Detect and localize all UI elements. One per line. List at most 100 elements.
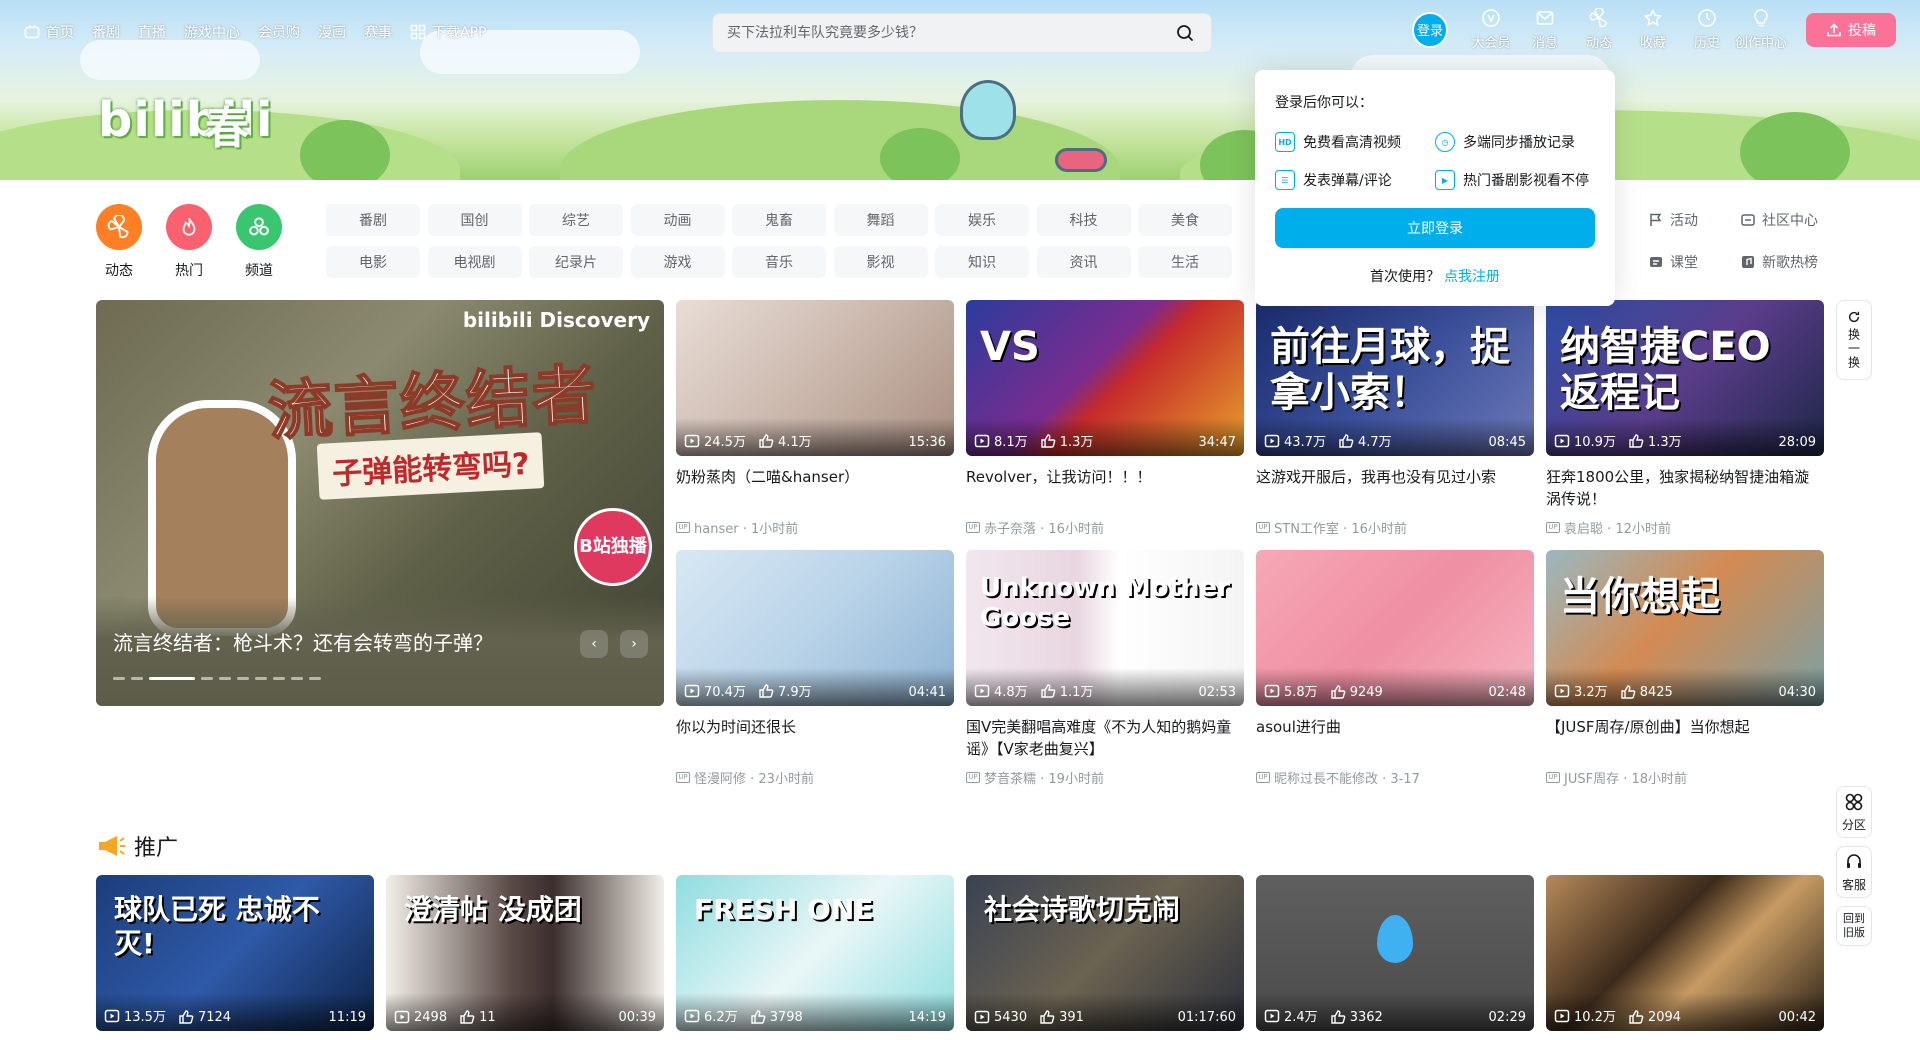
promo-card[interactable]: FRESH ONE 6.2万 3798 14:19 — [676, 875, 954, 1031]
category-pill[interactable]: 国创 — [427, 204, 522, 236]
video-uploader[interactable]: UP 梦音茶糯 · 19小时前 — [966, 768, 1244, 787]
nav-game-center[interactable]: 游戏中心 — [184, 22, 240, 42]
video-uploader[interactable]: UP STN工作室 · 16小时前 — [1256, 518, 1534, 537]
nav-dynamics[interactable]: 动态 — [1572, 8, 1626, 51]
category-pill[interactable]: 纪录片 — [529, 246, 623, 278]
category-pill[interactable]: 电视剧 — [427, 246, 522, 278]
promo-card[interactable]: 2.4万 3362 02:29 — [1256, 875, 1534, 1031]
login-now-button[interactable]: 立即登录 — [1275, 208, 1595, 248]
channel-hot[interactable]: 热门 — [166, 204, 212, 280]
link-activity[interactable]: 活动 — [1648, 204, 1728, 236]
carousel-dot[interactable] — [273, 677, 285, 680]
promo-thumbnail[interactable]: 10.2万 2094 00:42 — [1546, 875, 1824, 1031]
video-uploader[interactable]: UP 赤子奈落 · 16小时前 — [966, 518, 1244, 537]
carousel-dot[interactable] — [149, 677, 195, 680]
zone-button[interactable]: 分区 — [1836, 786, 1872, 838]
carousel-dot[interactable] — [309, 677, 321, 680]
nav-manga[interactable]: 漫画 — [318, 22, 346, 42]
channel-dynamics[interactable]: 动态 — [96, 204, 142, 280]
category-pill[interactable]: 影视 — [833, 246, 928, 278]
category-pill[interactable]: 美食 — [1138, 204, 1232, 236]
video-card[interactable]: 5.8万 9249 02:48 asoul进行曲 UP 昵称过長不能修改 · 3-17 — [1256, 550, 1534, 800]
link-classroom[interactable]: 课堂 — [1648, 246, 1728, 278]
nav-live[interactable]: 直播 — [138, 22, 166, 42]
upload-button[interactable]: 投稿 — [1806, 12, 1896, 47]
category-pill[interactable]: 鬼畜 — [732, 204, 826, 236]
channel-channels[interactable]: 频道 — [236, 204, 282, 280]
nav-anime[interactable]: 番剧 — [92, 22, 120, 42]
category-pill[interactable]: 科技 — [1036, 204, 1131, 236]
category-pill[interactable]: 生活 — [1138, 246, 1232, 278]
video-thumbnail[interactable]: 24.5万 4.1万 15:36 — [676, 300, 954, 456]
video-thumbnail[interactable]: 70.4万 7.9万 04:41 — [676, 550, 954, 706]
promo-thumbnail[interactable]: 澄清帖 没成团 2498 11 00:39 — [386, 875, 664, 1031]
category-pill[interactable]: 番剧 — [326, 204, 420, 236]
video-thumbnail[interactable]: 前往月球，捉拿小索！ 43.7万 4.7万 08:45 — [1256, 300, 1534, 456]
carousel-dot[interactable] — [255, 677, 267, 680]
featured-carousel[interactable]: bilibili Discovery 流言终结者 子弹能转弯吗? B站独播 流言… — [96, 300, 664, 706]
category-pill[interactable]: 电影 — [326, 246, 420, 278]
category-pill[interactable]: 娱乐 — [935, 204, 1029, 236]
promo-card[interactable]: 社会诗歌切克闹 5430 391 01:17:60 — [966, 875, 1244, 1031]
promo-card[interactable]: 球队已死 忠诚不灭! 13.5万 7124 11:19 — [96, 875, 374, 1031]
carousel-dot[interactable] — [113, 677, 125, 680]
video-card[interactable]: 纳智捷CEO返程记 10.9万 1.3万 28:09 狂奔1800公里，独家揭秘纳智捷油… — [1546, 300, 1824, 550]
refresh-button[interactable]: 换一换 — [1836, 300, 1872, 380]
link-community[interactable]: 社区中心 — [1740, 204, 1840, 236]
category-pill[interactable]: 舞蹈 — [833, 204, 928, 236]
customer-service-button[interactable]: 客服 — [1836, 846, 1872, 898]
carousel-dot[interactable] — [237, 677, 249, 680]
video-title[interactable]: 这游戏开服后，我再也没有见过小索 — [1256, 466, 1534, 510]
video-title[interactable]: asoul进行曲 — [1256, 716, 1534, 760]
register-link[interactable]: 点我注册 — [1444, 269, 1500, 285]
video-title[interactable]: 国V完美翻唱高难度《不为人知的鹅妈童谣》【V家老曲复兴】 — [966, 716, 1244, 760]
carousel-prev-button[interactable]: ‹ — [580, 630, 608, 658]
promo-thumbnail[interactable]: 球队已死 忠诚不灭! 13.5万 7124 11:19 — [96, 875, 374, 1031]
old-version-button[interactable]: 回到旧版 — [1836, 906, 1872, 946]
video-uploader[interactable]: UP 怪漫阿修 · 23小时前 — [676, 768, 954, 787]
nav-favorites[interactable]: 收藏 — [1626, 8, 1680, 51]
video-title[interactable]: 【JUSF周存/原创曲】当你想起 — [1546, 716, 1824, 760]
nav-download-app[interactable]: 下载APP — [410, 22, 486, 42]
carousel-dot[interactable] — [219, 677, 231, 680]
video-uploader[interactable]: UP hanser · 1小时前 — [676, 518, 954, 537]
carousel-next-button[interactable]: › — [620, 630, 648, 658]
category-pill[interactable]: 游戏 — [630, 246, 725, 278]
category-pill[interactable]: 综艺 — [529, 204, 623, 236]
video-card[interactable]: 70.4万 7.9万 04:41 你以为时间还很长 UP 怪漫阿修 · 23小时前 — [676, 550, 954, 800]
video-title[interactable]: Revolver，让我访问！！！ — [966, 466, 1244, 510]
video-title[interactable]: 奶粉蒸肉（二喵&hanser） — [676, 466, 954, 510]
search-input[interactable] — [727, 25, 1169, 41]
carousel-dot[interactable] — [201, 677, 213, 680]
promo-card[interactable]: 10.2万 2094 00:42 — [1546, 875, 1824, 1031]
video-uploader[interactable]: UP 昵称过長不能修改 · 3-17 — [1256, 768, 1534, 787]
search-button[interactable] — [1169, 17, 1201, 49]
video-card[interactable]: 前往月球，捉拿小索！ 43.7万 4.7万 08:45 这游戏开服后，我再也没有见过小索… — [1256, 300, 1534, 550]
video-uploader[interactable]: UP JUSF周存 · 18小时前 — [1546, 768, 1824, 787]
video-card[interactable]: 当你想起 3.2万 8425 04:30 【JUSF周存/原创曲】当你想起 UP JUSF周… — [1546, 550, 1824, 800]
promo-card[interactable]: 澄清帖 没成团 2498 11 00:39 — [386, 875, 664, 1031]
promo-thumbnail[interactable]: 2.4万 3362 02:29 — [1256, 875, 1534, 1031]
category-pill[interactable]: 资讯 — [1036, 246, 1131, 278]
nav-mall[interactable]: 会员购 — [258, 22, 300, 42]
video-thumbnail[interactable]: 当你想起 3.2万 8425 04:30 — [1546, 550, 1824, 706]
video-uploader[interactable]: UP 袁启聪 · 12小时前 — [1546, 518, 1824, 537]
promo-thumbnail[interactable]: FRESH ONE 6.2万 3798 14:19 — [676, 875, 954, 1031]
promo-thumbnail[interactable]: 社会诗歌切克闹 5430 391 01:17:60 — [966, 875, 1244, 1031]
nav-esports[interactable]: 赛事 — [364, 22, 392, 42]
nav-history[interactable]: 历史 — [1680, 8, 1734, 51]
nav-vip[interactable]: 大会员 — [1464, 8, 1518, 51]
video-title[interactable]: 狂奔1800公里，独家揭秘纳智捷油箱漩涡传说！ — [1546, 466, 1824, 510]
carousel-caption[interactable]: 流言终结者：枪斗术？还有会转弯的子弹？ — [113, 627, 493, 656]
video-thumbnail[interactable]: 5.8万 9249 02:48 — [1256, 550, 1534, 706]
nav-creator-center[interactable]: 创作中心 — [1734, 8, 1788, 51]
video-title[interactable]: 你以为时间还很长 — [676, 716, 954, 760]
video-thumbnail[interactable]: 纳智捷CEO返程记 10.9万 1.3万 28:09 — [1546, 300, 1824, 456]
category-pill[interactable]: 知识 — [935, 246, 1029, 278]
video-thumbnail[interactable]: VS 8.1万 1.3万 34:47 — [966, 300, 1244, 456]
link-new-songs[interactable]: 新歌热榜 — [1740, 246, 1840, 278]
login-avatar-button[interactable]: 登录 — [1412, 11, 1448, 48]
nav-messages[interactable]: 消息 — [1518, 8, 1572, 51]
video-card[interactable]: Unknown Mother Goose 4.8万 1.1万 02:53 国V完美翻唱高… — [966, 550, 1244, 800]
video-card[interactable]: 24.5万 4.1万 15:36 奶粉蒸肉（二喵&hanser） UP hanser · … — [676, 300, 954, 550]
